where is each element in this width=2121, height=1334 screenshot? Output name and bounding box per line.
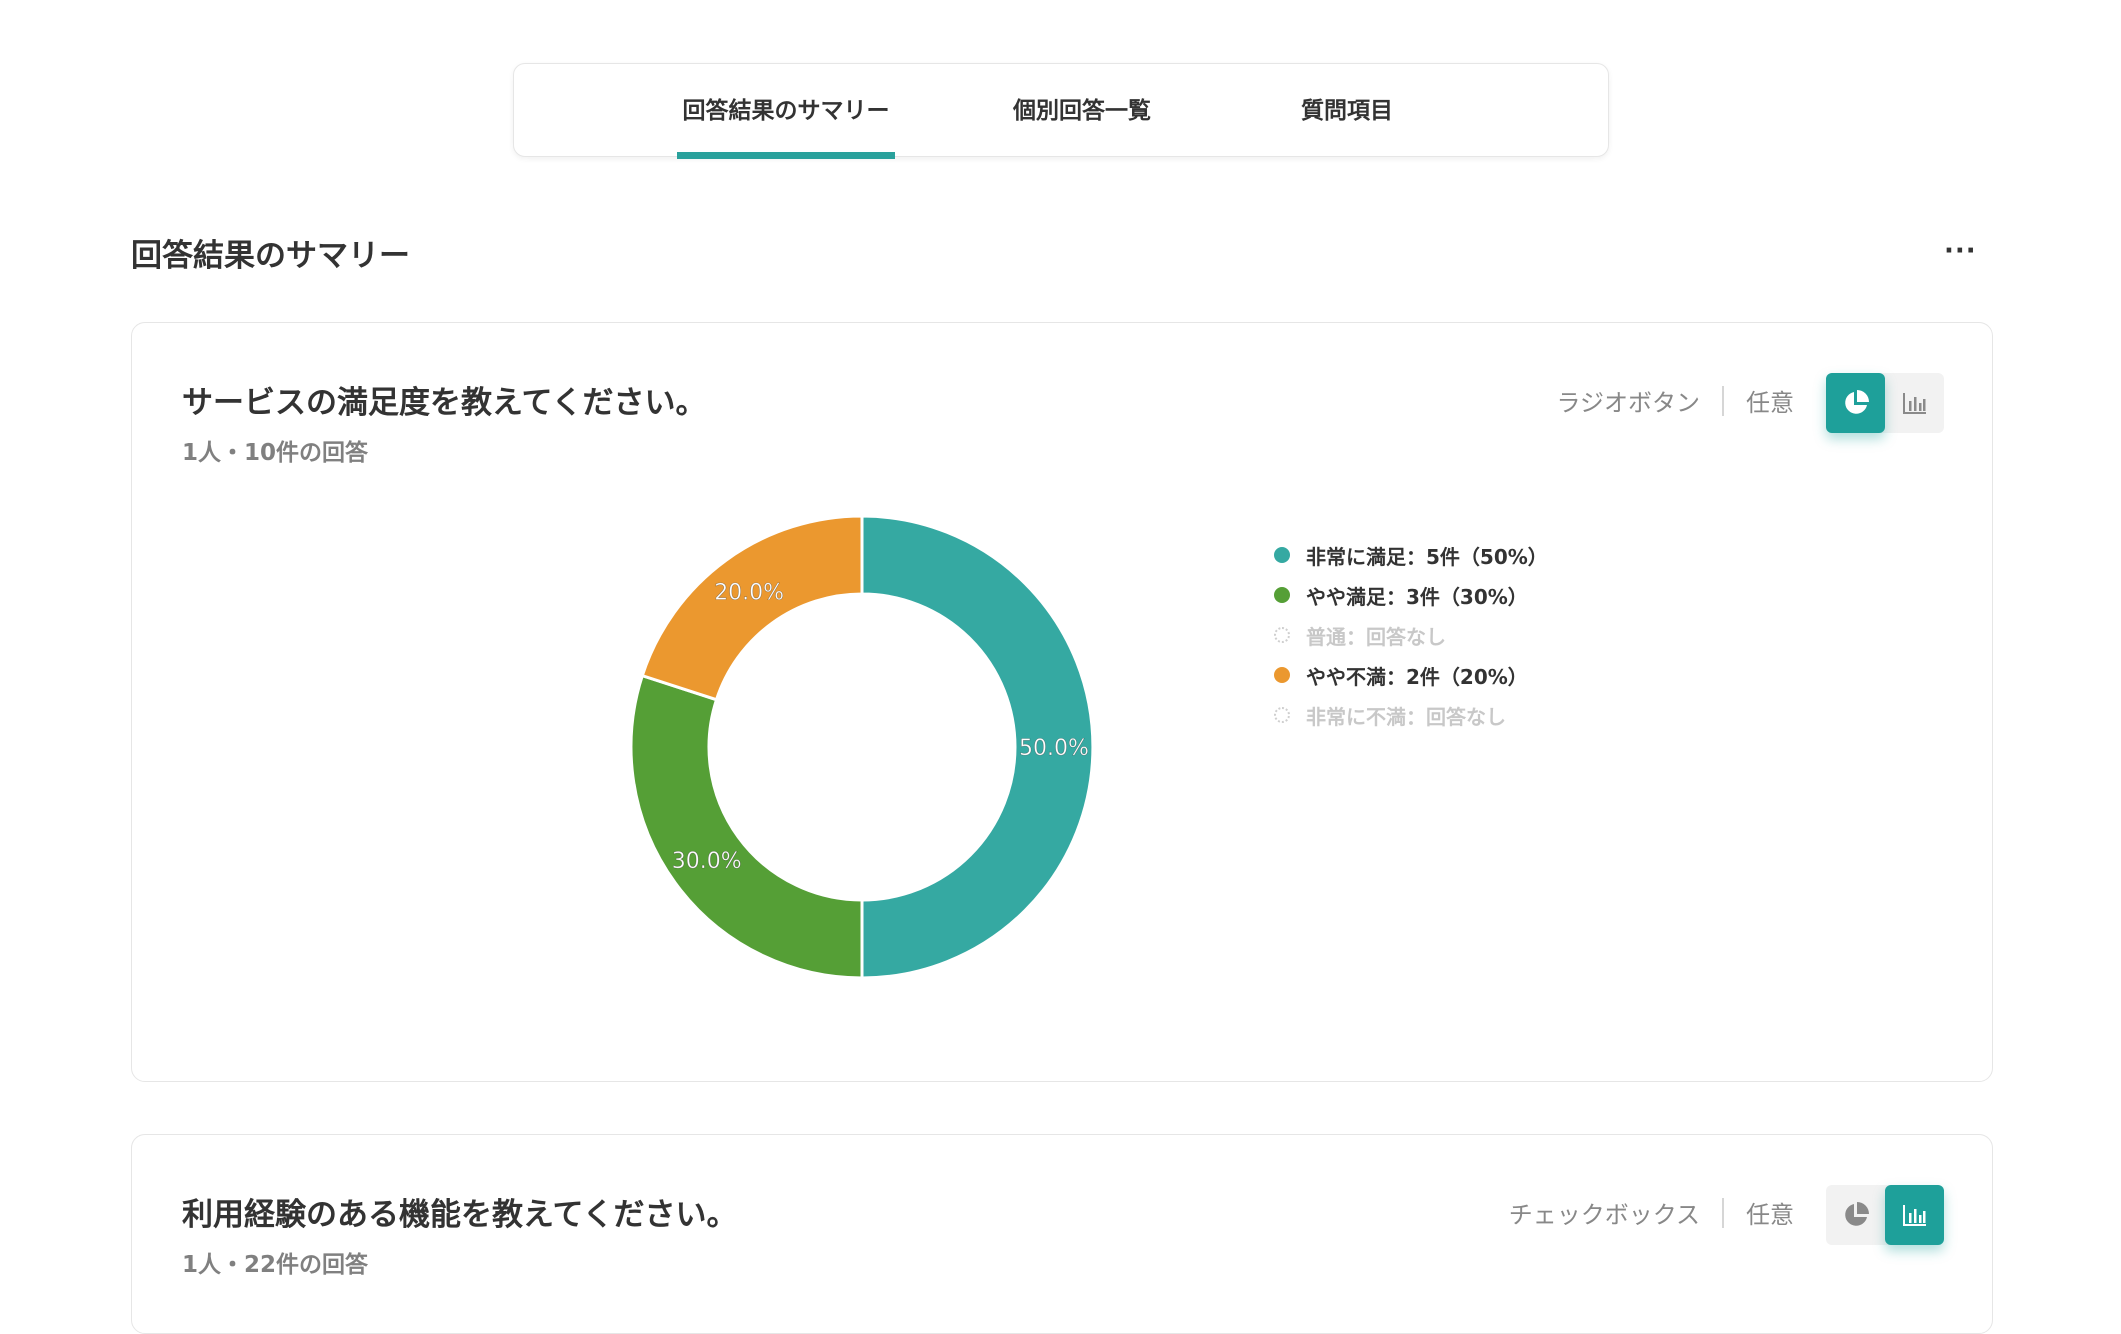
question-meta: ラジオボタン 任意 (1556, 383, 1794, 418)
question-title: 利用経験のある機能を教えてください。 (182, 1197, 738, 1233)
bar-chart-icon (1902, 393, 1926, 414)
tab-bar: 回答結果のサマリー 個別回答一覧 質問項目 (513, 63, 1609, 159)
legend-item[interactable]: 普通：回答なし (1274, 615, 1548, 655)
divider (1722, 385, 1724, 416)
tab-individual-responses[interactable]: 個別回答一覧 (1007, 64, 1157, 158)
chart-view-toggle (1826, 1185, 1944, 1245)
legend-label: やや不満：2件（20%） (1306, 664, 1528, 689)
pie-chart-icon (1844, 390, 1869, 414)
legend-item[interactable]: 非常に満足：5件（50%） (1274, 535, 1548, 575)
bar-chart-icon (1902, 1205, 1926, 1226)
slice-data-label: 50.0% (1019, 736, 1089, 761)
required-label: 任意 (1746, 1201, 1794, 1229)
pie-chart-icon (1844, 1202, 1869, 1226)
legend-item[interactable]: やや満足：3件（30%） (1274, 575, 1548, 615)
page-title: 回答結果のサマリー (131, 238, 410, 274)
donut-chart: 50.0% 30.0% 20.0% (629, 514, 1095, 980)
legend-marker (1274, 547, 1290, 563)
question-type-label: チェックボックス (1508, 1201, 1700, 1229)
question-title: サービスの満足度を教えてください。 (182, 385, 707, 421)
more-options-button[interactable]: ··· (1944, 236, 1977, 266)
legend-label: やや満足：3件（30%） (1306, 584, 1528, 609)
question-card: サービスの満足度を教えてください。 1人・10件の回答 ラジオボタン 任意 50… (131, 322, 1993, 1082)
chart-view-toggle (1826, 373, 1944, 433)
legend-marker (1274, 667, 1290, 683)
tab-summary[interactable]: 回答結果のサマリー (677, 64, 895, 159)
pie-view-button[interactable] (1826, 1185, 1885, 1245)
slice-data-label: 20.0% (714, 581, 784, 606)
question-card: 利用経験のある機能を教えてください。 1人・22件の回答 チェックボックス 任意 (131, 1134, 1993, 1334)
legend-marker (1274, 627, 1290, 643)
donut-slice (640, 514, 864, 702)
divider (1722, 1197, 1724, 1228)
legend-item[interactable]: やや不満：2件（20%） (1274, 655, 1548, 695)
legend-label: 非常に不満：回答なし (1306, 704, 1506, 729)
legend-item[interactable]: 非常に不満：回答なし (1274, 695, 1548, 735)
legend-marker (1274, 707, 1290, 723)
pie-view-button[interactable] (1826, 373, 1885, 433)
legend-marker (1274, 587, 1290, 603)
tab-questions[interactable]: 質問項目 (1297, 64, 1397, 158)
required-label: 任意 (1746, 389, 1794, 417)
bar-view-button[interactable] (1885, 1185, 1944, 1245)
donut-slice (629, 673, 864, 980)
question-meta: チェックボックス 任意 (1509, 1195, 1794, 1230)
chart-legend: 非常に満足：5件（50%） やや満足：3件（30%） 普通：回答なしやや不満：2件（… (1274, 535, 1548, 735)
bar-view-button[interactable] (1885, 373, 1944, 433)
legend-label: 非常に満足：5件（50%） (1306, 544, 1548, 569)
slice-data-label: 30.0% (672, 849, 742, 874)
response-count: 1人・22件の回答 (182, 1252, 369, 1278)
question-type-label: ラジオボタン (1556, 389, 1700, 417)
response-count: 1人・10件の回答 (182, 440, 369, 466)
legend-label: 普通：回答なし (1306, 624, 1446, 649)
